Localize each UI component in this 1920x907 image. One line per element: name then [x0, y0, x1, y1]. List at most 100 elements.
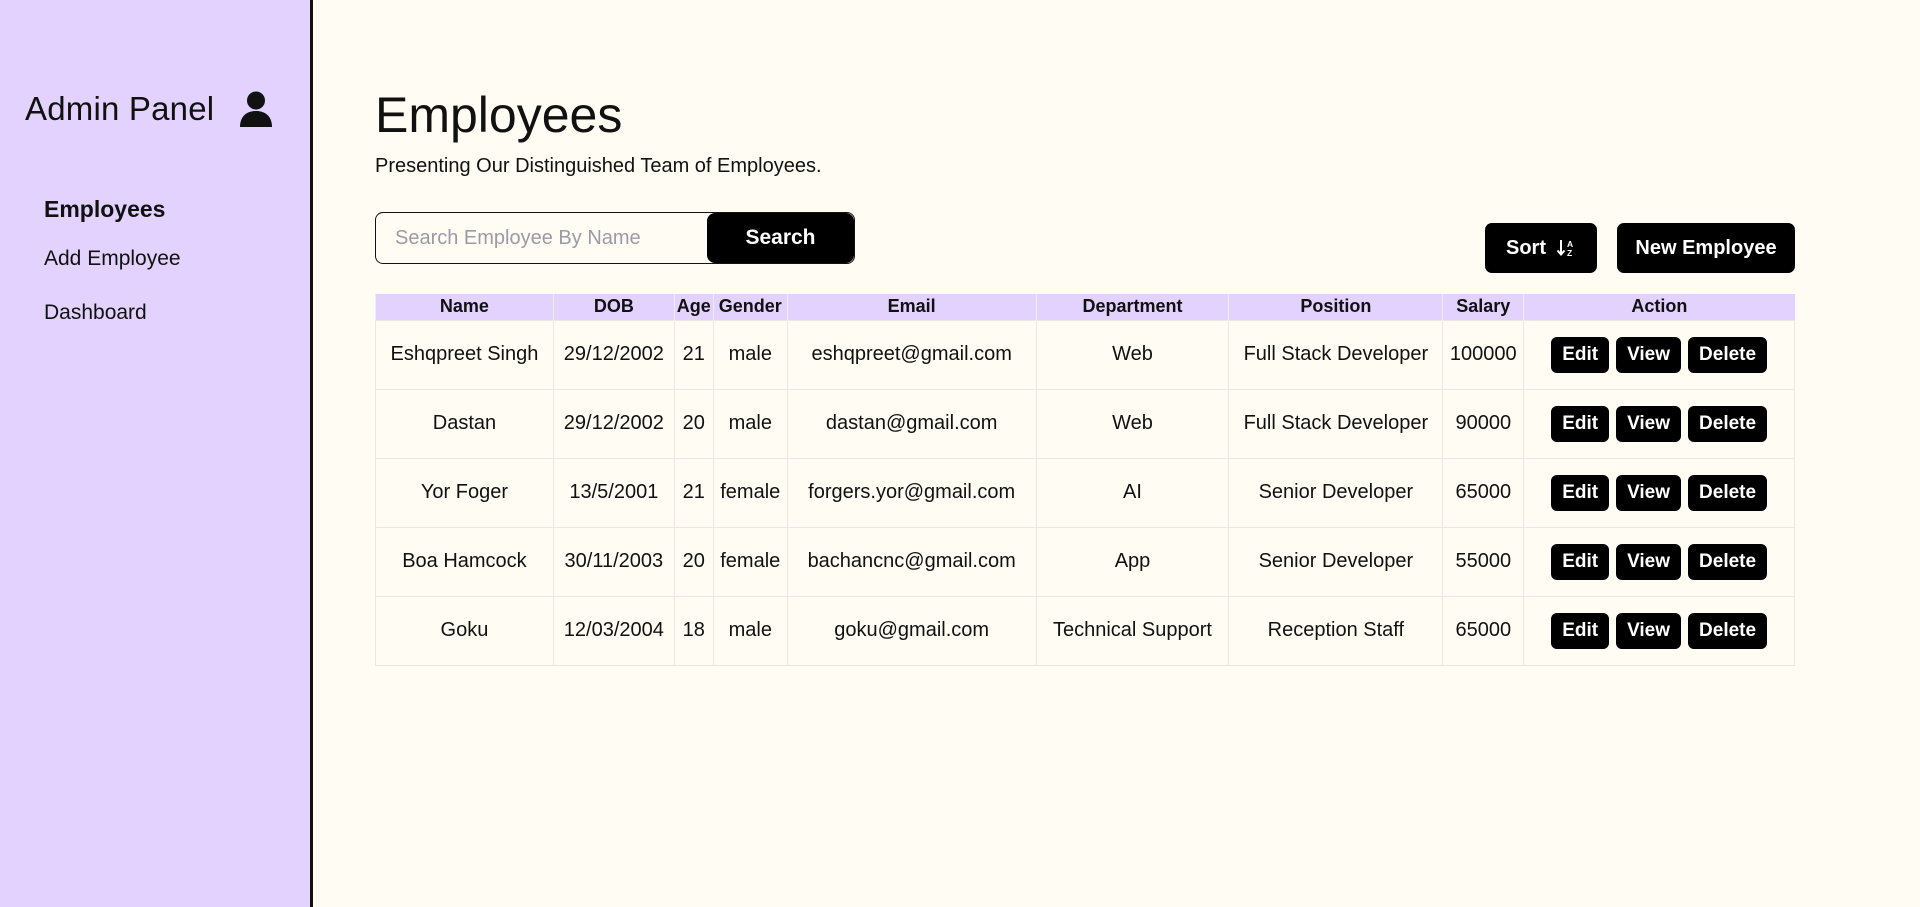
cell-age: 21	[673, 457, 714, 528]
cell-position: Senior Developer	[1228, 526, 1444, 597]
cell-gender: male	[712, 595, 788, 666]
view-button[interactable]: View	[1616, 405, 1682, 442]
delete-button[interactable]: Delete	[1688, 612, 1768, 649]
svg-text:Z: Z	[1567, 248, 1572, 258]
sort-label: Sort	[1506, 236, 1546, 259]
header-age: Age	[673, 294, 714, 320]
cell-name: Yor Foger	[375, 457, 554, 528]
cell-position: Reception Staff	[1228, 595, 1444, 666]
cell-department: App	[1035, 526, 1230, 597]
sidebar-header: Admin Panel	[25, 90, 273, 128]
cell-salary: 65000	[1442, 595, 1525, 666]
header-dob: DOB	[552, 294, 675, 320]
cell-gender: male	[712, 319, 788, 390]
cell-salary: 100000	[1442, 319, 1525, 390]
cell-salary: 90000	[1442, 388, 1525, 459]
row-actions: Edit View Delete	[1530, 612, 1788, 649]
cell-dob: 30/11/2003	[552, 526, 675, 597]
sidebar-item-dashboard[interactable]: Dashboard	[44, 301, 181, 325]
table-row: Dastan 29/12/2002 20 male dastan@gmail.c…	[375, 388, 1795, 459]
page-subtitle: Presenting Our Distinguished Team of Emp…	[375, 155, 822, 177]
cell-email: dastan@gmail.com	[786, 388, 1037, 459]
cell-department: Technical Support	[1035, 595, 1230, 666]
cell-actions: Edit View Delete	[1523, 595, 1795, 666]
row-actions: Edit View Delete	[1530, 543, 1788, 580]
cell-name: Boa Hamcock	[375, 526, 554, 597]
cell-salary: 65000	[1442, 457, 1525, 528]
cell-dob: 29/12/2002	[552, 319, 675, 390]
view-button[interactable]: View	[1616, 474, 1682, 511]
delete-button[interactable]: Delete	[1688, 405, 1768, 442]
cell-gender: male	[712, 388, 788, 459]
cell-position: Senior Developer	[1228, 457, 1444, 528]
cell-age: 20	[673, 526, 714, 597]
cell-department: Web	[1035, 319, 1230, 390]
cell-position: Full Stack Developer	[1228, 388, 1444, 459]
header-gender: Gender	[712, 294, 788, 320]
cell-salary: 55000	[1442, 526, 1525, 597]
delete-button[interactable]: Delete	[1688, 474, 1768, 511]
table-row: Eshqpreet Singh 29/12/2002 21 male eshqp…	[375, 319, 1795, 390]
cell-dob: 12/03/2004	[552, 595, 675, 666]
cell-department: Web	[1035, 388, 1230, 459]
cell-gender: female	[712, 457, 788, 528]
cell-actions: Edit View Delete	[1523, 526, 1795, 597]
cell-age: 18	[673, 595, 714, 666]
delete-button[interactable]: Delete	[1688, 336, 1768, 373]
header-name: Name	[375, 294, 554, 320]
sidebar-nav: Employees Add Employee Dashboard	[44, 196, 181, 325]
header-position: Position	[1228, 294, 1443, 320]
edit-button[interactable]: Edit	[1551, 474, 1610, 511]
cell-dob: 29/12/2002	[552, 388, 675, 459]
sidebar: Admin Panel Employees Add Employee Dashb…	[0, 0, 313, 907]
edit-button[interactable]: Edit	[1551, 543, 1610, 580]
search-box: Search	[375, 212, 855, 264]
cell-name: Goku	[375, 595, 554, 666]
cell-email: eshqpreet@gmail.com	[786, 319, 1037, 390]
sort-ascending-icon: A Z	[1556, 238, 1576, 258]
search-button[interactable]: Search	[707, 213, 854, 263]
edit-button[interactable]: Edit	[1551, 336, 1610, 373]
view-button[interactable]: View	[1616, 612, 1682, 649]
cell-actions: Edit View Delete	[1523, 457, 1795, 528]
header-department: Department	[1035, 294, 1229, 320]
delete-button[interactable]: Delete	[1688, 543, 1768, 580]
cell-department: AI	[1035, 457, 1230, 528]
header-action: Action	[1523, 294, 1795, 320]
edit-button[interactable]: Edit	[1551, 612, 1610, 649]
cell-position: Full Stack Developer	[1228, 319, 1444, 390]
search-input[interactable]	[376, 213, 707, 263]
header-email: Email	[786, 294, 1037, 320]
cell-email: goku@gmail.com	[786, 595, 1037, 666]
cell-email: forgers.yor@gmail.com	[786, 457, 1037, 528]
table-row: Goku 12/03/2004 18 male goku@gmail.com T…	[375, 595, 1795, 666]
row-actions: Edit View Delete	[1530, 405, 1788, 442]
cell-actions: Edit View Delete	[1523, 388, 1795, 459]
page-title: Employees	[375, 87, 623, 143]
edit-button[interactable]: Edit	[1551, 405, 1610, 442]
cell-gender: female	[712, 526, 788, 597]
cell-name: Eshqpreet Singh	[375, 319, 554, 390]
table-row: Yor Foger 13/5/2001 21 female forgers.yo…	[375, 457, 1795, 528]
view-button[interactable]: View	[1616, 543, 1682, 580]
sidebar-item-add-employee[interactable]: Add Employee	[44, 247, 181, 271]
row-actions: Edit View Delete	[1530, 336, 1788, 373]
sort-button[interactable]: Sort A Z	[1485, 223, 1597, 273]
new-employee-button[interactable]: New Employee	[1617, 223, 1795, 273]
row-actions: Edit View Delete	[1530, 474, 1788, 511]
cell-name: Dastan	[375, 388, 554, 459]
employee-table: Name DOB Age Gender Email Department Pos…	[375, 294, 1795, 666]
cell-age: 20	[673, 388, 714, 459]
view-button[interactable]: View	[1616, 336, 1682, 373]
table-header: Name DOB Age Gender Email Department Pos…	[375, 294, 1795, 320]
cell-actions: Edit View Delete	[1523, 319, 1795, 390]
table-body: Eshqpreet Singh 29/12/2002 21 male eshqp…	[375, 319, 1795, 666]
table-header-row: Name DOB Age Gender Email Department Pos…	[375, 294, 1795, 320]
sidebar-item-employees[interactable]: Employees	[44, 196, 181, 223]
cell-email: bachancnc@gmail.com	[786, 526, 1037, 597]
header-salary: Salary	[1442, 294, 1524, 320]
table-row: Boa Hamcock 30/11/2003 20 female bachanc…	[375, 526, 1795, 597]
cell-age: 21	[673, 319, 714, 390]
sidebar-title: Admin Panel	[25, 90, 215, 127]
user-icon[interactable]	[239, 91, 273, 127]
